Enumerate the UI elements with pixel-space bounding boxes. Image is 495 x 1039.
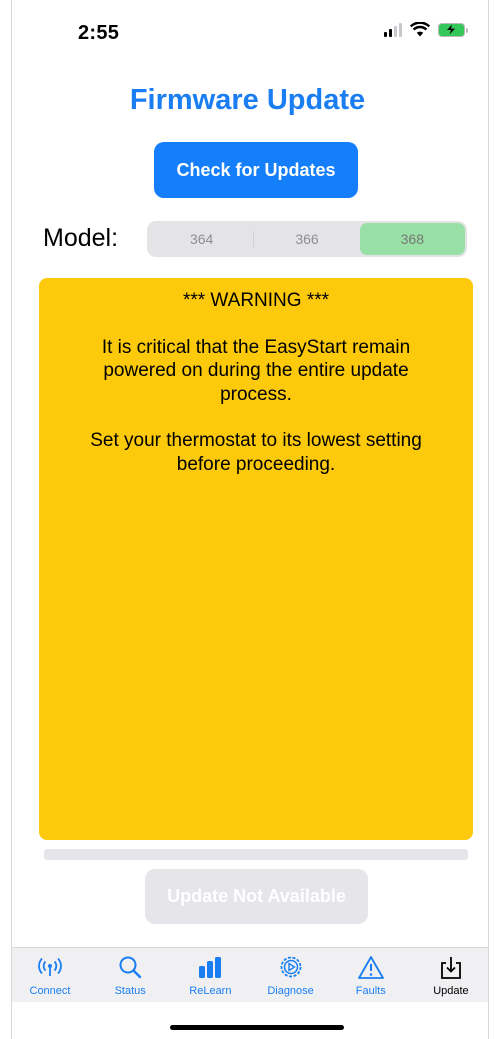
tab-label-relearn: ReLearn: [189, 985, 232, 997]
download-tray-icon: [441, 957, 461, 979]
model-segment-366[interactable]: 366: [254, 223, 359, 255]
tab-relearn[interactable]: ReLearn: [180, 948, 240, 1002]
tab-bar: Connect Status ReLearn Diagnose Faults U…: [12, 947, 489, 1002]
home-indicator: [170, 1025, 344, 1030]
tab-label-faults: Faults: [355, 985, 386, 997]
model-segment-364[interactable]: 364: [149, 223, 255, 255]
phone-screen: 2:55 Firmware Update Check for Updates M…: [0, 0, 495, 1039]
search-icon: [119, 956, 142, 979]
gear-play-icon: [280, 956, 301, 978]
tab-label-status: Status: [114, 985, 146, 997]
model-label: Model:: [43, 224, 119, 252]
tab-label-diagnose: Diagnose: [267, 985, 314, 997]
status-time: 2:55: [78, 22, 120, 44]
tab-update[interactable]: Update: [421, 948, 481, 1002]
wifi-icon: [410, 22, 430, 37]
tab-label-update: Update: [433, 985, 469, 997]
tab-diagnose[interactable]: Diagnose: [261, 948, 321, 1002]
model-segmented-control[interactable]: 364 366 368: [147, 221, 467, 257]
tab-connect[interactable]: Connect: [20, 948, 80, 1002]
tab-status[interactable]: Status: [100, 948, 160, 1002]
warning-panel: *** WARNING *** It is critical that the …: [39, 278, 473, 840]
battery-charging-icon: [438, 22, 468, 37]
warning-paragraph-thermostat: Set your thermostat to its lowest settin…: [90, 430, 422, 475]
bar-chart-icon: [199, 957, 222, 978]
page-title: Firmware Update: [129, 84, 366, 116]
tab-faults[interactable]: Faults: [341, 948, 401, 1002]
warning-heading: *** WARNING ***: [182, 290, 330, 311]
check-for-updates-button[interactable]: Check for Updates: [154, 142, 358, 198]
warning-triangle-icon: [357, 956, 384, 979]
update-progress-bar: [44, 849, 468, 860]
warning-paragraph-power: It is critical that the EasyStart remain…: [101, 336, 411, 405]
tab-label-connect: Connect: [29, 985, 71, 997]
model-segment-368[interactable]: 368: [359, 223, 465, 255]
status-icons: [384, 22, 468, 37]
update-button[interactable]: Update Not Available: [145, 869, 368, 924]
signal-icon: [384, 22, 402, 37]
antenna-icon: [38, 957, 62, 976]
